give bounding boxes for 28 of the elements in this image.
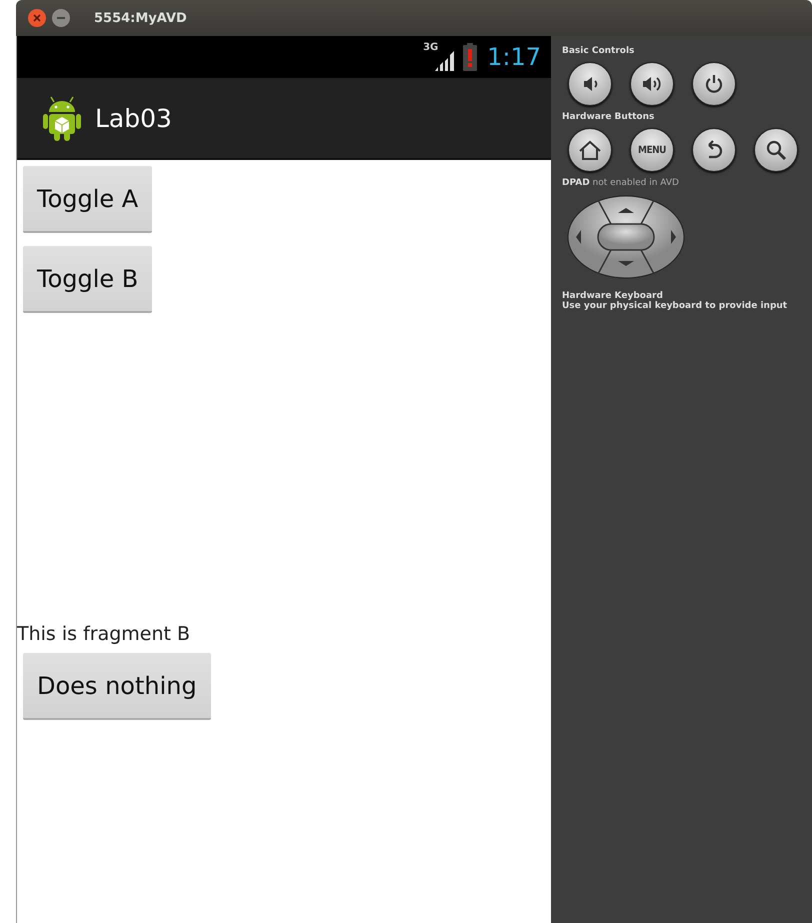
- close-button[interactable]: [28, 9, 46, 27]
- battery-alert-icon: [463, 43, 478, 71]
- app-title: Lab03: [95, 104, 172, 132]
- section-heading: Basic Controls: [562, 46, 636, 56]
- home-icon: [579, 139, 601, 161]
- menu-button[interactable]: MENU: [630, 128, 674, 172]
- minimize-button[interactable]: [52, 9, 70, 27]
- back-button[interactable]: [692, 128, 736, 172]
- action-button[interactable]: Does nothing: [23, 653, 211, 720]
- power-button[interactable]: [692, 62, 736, 106]
- close-icon: [33, 14, 41, 22]
- volume-down-button[interactable]: [568, 62, 612, 106]
- window-title: 5554:MyAVD: [94, 10, 187, 26]
- minimize-icon: [57, 17, 65, 19]
- toggle-button[interactable]: Toggle B: [23, 246, 152, 313]
- android-icon: [43, 95, 81, 141]
- power-icon: [703, 73, 725, 95]
- keyboard-note: Use your physical keyboard to provide input: [562, 302, 788, 312]
- section-heading: Hardware Keyboard: [562, 292, 664, 301]
- dpad-note: DPAD not enabled in AVD: [562, 178, 680, 188]
- toggle-button[interactable]: Toggle A: [23, 166, 152, 233]
- search-icon: [765, 139, 787, 161]
- home-button[interactable]: [568, 128, 612, 172]
- section-heading: Hardware Buttons: [562, 112, 656, 122]
- volume-up-button[interactable]: [630, 62, 674, 106]
- search-button[interactable]: [754, 128, 798, 172]
- clock-time: 1:17: [487, 43, 541, 71]
- fragment-text: This is fragment B: [17, 623, 190, 645]
